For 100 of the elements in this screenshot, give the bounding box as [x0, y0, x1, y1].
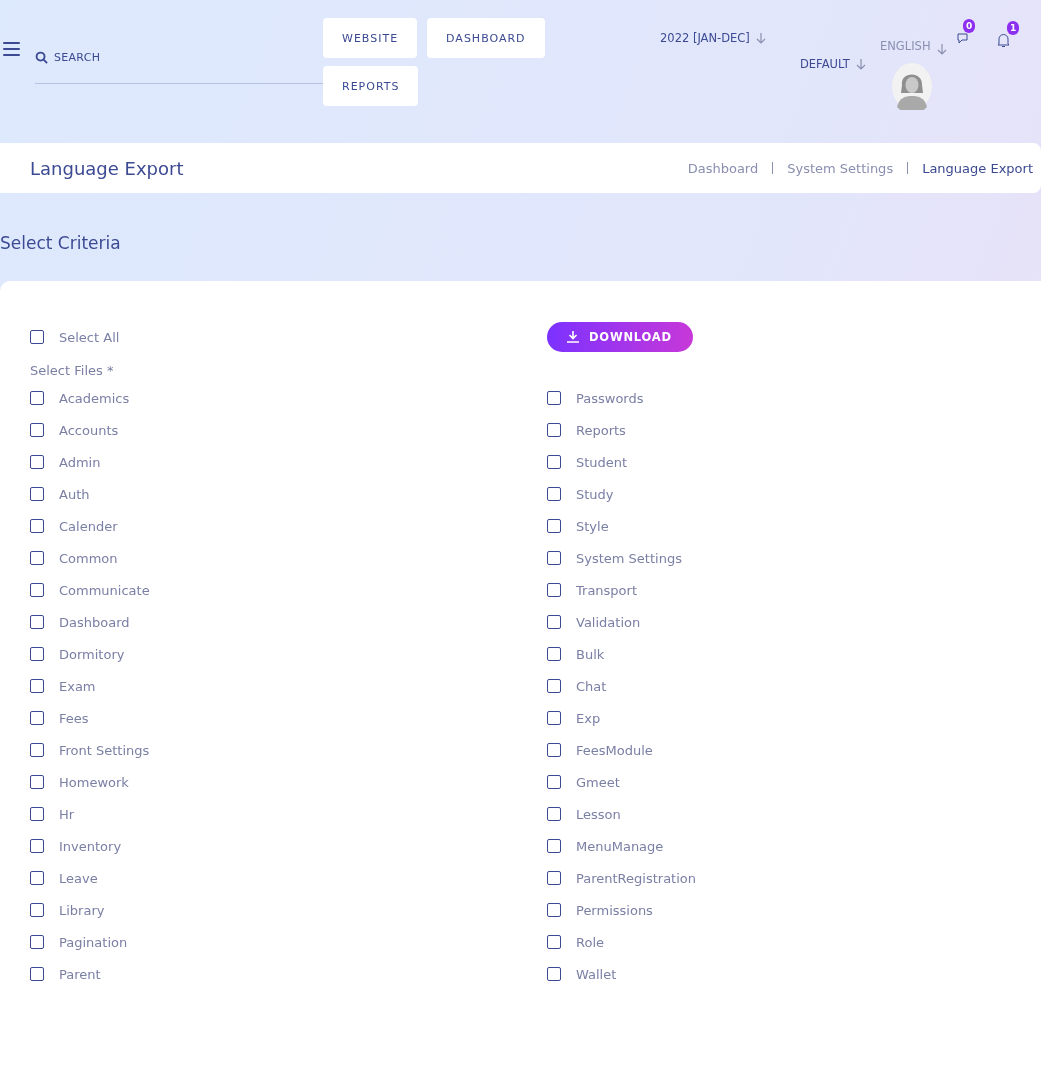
checkbox-label: MenuManage: [576, 838, 664, 854]
style-dropdown[interactable]: DEFAULT: [800, 57, 850, 71]
checkbox-label: Study: [576, 486, 614, 502]
checkbox[interactable]: [30, 871, 44, 885]
field-label: Select Files *: [30, 363, 115, 378]
checkbox-label: Front Settings: [59, 742, 150, 758]
checkbox[interactable]: [30, 743, 44, 757]
chat-icon[interactable]: [957, 32, 971, 46]
checkbox[interactable]: [30, 903, 44, 917]
checkbox-label: Common: [59, 550, 118, 566]
checkbox[interactable]: [547, 839, 561, 853]
checkbox[interactable]: [30, 455, 44, 469]
checkbox[interactable]: [30, 935, 44, 949]
checkbox[interactable]: [547, 679, 561, 693]
checkbox-label: Gmeet: [576, 774, 620, 790]
checkbox-label: Reports: [576, 422, 626, 438]
checkbox[interactable]: [547, 423, 561, 437]
arrow-down-icon: [755, 32, 766, 44]
breadcrumb-link[interactable]: Language Export: [922, 160, 1033, 176]
checkbox-label: Style: [576, 518, 609, 534]
checkbox[interactable]: [30, 551, 44, 565]
download-icon: [567, 331, 579, 343]
checkbox[interactable]: [30, 679, 44, 693]
checkbox[interactable]: [547, 903, 561, 917]
checkbox-label: Parent: [59, 966, 101, 982]
checkbox[interactable]: [30, 839, 44, 853]
checkbox-label: Hr: [59, 806, 75, 822]
checkbox-label: Calender: [59, 518, 118, 534]
checkbox-label: Accounts: [59, 422, 119, 438]
checkbox[interactable]: [30, 423, 44, 437]
checkbox[interactable]: [547, 615, 561, 629]
checkbox-label: Dashboard: [59, 614, 130, 630]
nav-button[interactable]: REPORTS: [323, 66, 419, 106]
checkbox[interactable]: [547, 551, 561, 565]
checkbox-label: Communicate: [59, 582, 150, 598]
nav-button[interactable]: WEBSITE: [323, 18, 418, 58]
session-dropdown[interactable]: 2022 [JAN-DEC]: [660, 31, 750, 45]
checkbox-label: System Settings: [576, 550, 682, 566]
bell-icon[interactable]: [997, 33, 1010, 48]
checkbox-label: FeesModule: [576, 742, 653, 758]
checkbox-label: Student: [576, 454, 628, 470]
message-count-badge: 0: [963, 19, 976, 33]
checkbox[interactable]: [547, 967, 561, 981]
checkbox-label: Leave: [59, 870, 98, 886]
checkbox-label: Auth: [59, 486, 90, 502]
checkbox-label: Chat: [576, 678, 607, 694]
checkbox-label: Bulk: [576, 646, 605, 662]
checkbox[interactable]: [30, 583, 44, 597]
checkbox-label: Validation: [576, 614, 641, 630]
checkbox-label: Academics: [59, 390, 130, 406]
checkbox-label: Pagination: [59, 934, 128, 950]
checkbox-label: Fees: [59, 710, 89, 726]
checkbox[interactable]: [547, 871, 561, 885]
checkbox-label: Role: [576, 934, 604, 950]
checkbox[interactable]: [30, 807, 44, 821]
checkbox[interactable]: [547, 455, 561, 469]
search-icon[interactable]: [35, 51, 48, 64]
notification-count-badge: 1: [1007, 21, 1020, 35]
checkbox[interactable]: [30, 967, 44, 981]
checkbox[interactable]: [30, 487, 44, 501]
checkbox-label: Passwords: [576, 390, 644, 406]
checkbox[interactable]: [30, 775, 44, 789]
nav-button[interactable]: DASHBOARD: [427, 18, 545, 58]
download-button[interactable]: DOWNLOAD: [547, 322, 693, 352]
avatar-icon[interactable]: [892, 63, 932, 110]
checkbox[interactable]: [547, 743, 561, 757]
checkbox-label: Admin: [59, 454, 101, 470]
checkbox[interactable]: [30, 647, 44, 661]
checkbox-label: Dormitory: [59, 646, 125, 662]
checkbox[interactable]: [547, 711, 561, 725]
page-title: Language Export: [30, 157, 185, 179]
arrow-down-icon: [936, 43, 947, 55]
checkbox-label: Wallet: [576, 966, 617, 982]
checkbox-label: ParentRegistration: [576, 870, 696, 886]
checkbox[interactable]: [547, 935, 561, 949]
checkbox-label: Lesson: [576, 806, 621, 822]
checkbox[interactable]: [547, 519, 561, 533]
checkbox[interactable]: [30, 711, 44, 725]
checkbox[interactable]: [30, 330, 44, 344]
checkbox[interactable]: [30, 615, 44, 629]
checkbox[interactable]: [547, 583, 561, 597]
checkbox[interactable]: [547, 391, 561, 405]
checkbox-label: Permissions: [576, 902, 653, 918]
checkbox-label: Select All: [59, 329, 120, 345]
checkbox[interactable]: [547, 775, 561, 789]
checkbox-label: Homework: [59, 774, 129, 790]
checkbox[interactable]: [547, 807, 561, 821]
section-title: Select Criteria: [0, 233, 122, 253]
checkbox-label: Transport: [576, 582, 637, 598]
checkbox[interactable]: [30, 391, 44, 405]
checkbox[interactable]: [30, 519, 44, 533]
menu-icon[interactable]: [3, 42, 20, 56]
checkbox-label: Exp: [576, 710, 601, 726]
search-field[interactable]: SEARCH: [54, 51, 254, 64]
checkbox[interactable]: [547, 487, 561, 501]
arrow-down-icon: [855, 58, 866, 70]
checkbox-label: Exam: [59, 678, 96, 694]
checkbox-label: Inventory: [59, 838, 122, 854]
checkbox-label: Library: [59, 902, 105, 918]
checkbox[interactable]: [547, 647, 561, 661]
